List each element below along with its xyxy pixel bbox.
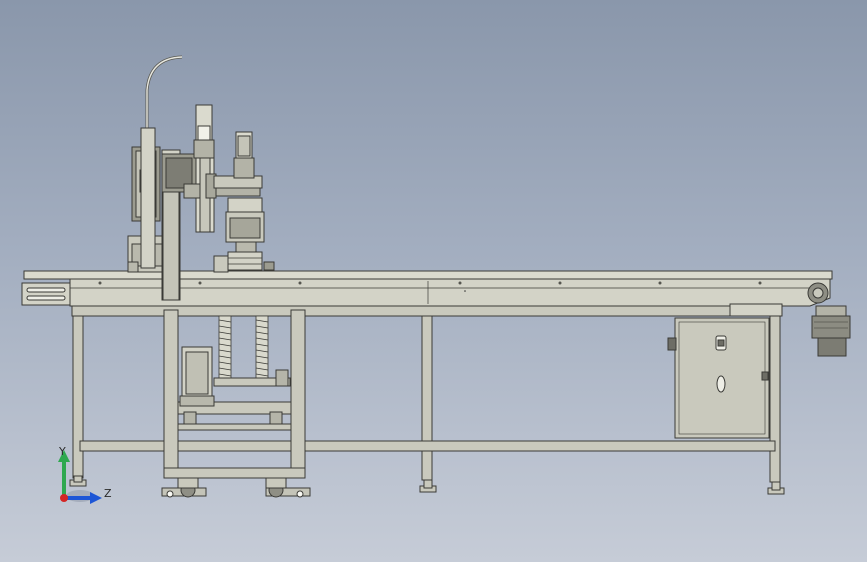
triad-y-label: Y bbox=[58, 445, 66, 458]
triad-y-axis bbox=[62, 458, 66, 496]
lift-stand-right-post bbox=[290, 309, 306, 479]
triad-origin bbox=[60, 494, 68, 502]
cable-hose bbox=[145, 55, 183, 128]
caster-left bbox=[161, 477, 207, 498]
right-leg bbox=[769, 309, 781, 483]
gripper bbox=[227, 251, 263, 271]
bellows-left bbox=[218, 315, 232, 383]
conveyor-side-rail bbox=[69, 278, 831, 307]
middle-leg bbox=[421, 309, 433, 481]
lift-stand bbox=[161, 309, 311, 498]
triad-z-label: Z bbox=[104, 487, 112, 500]
caster-right bbox=[265, 477, 311, 498]
lift-stand-left-post bbox=[163, 309, 179, 479]
lift-stand-lower-bar bbox=[177, 423, 292, 431]
lift-stand-base bbox=[163, 467, 306, 479]
capping-head bbox=[227, 197, 263, 213]
conveyor-left-end bbox=[21, 282, 71, 306]
machine-drawing: Y Z bbox=[21, 55, 851, 504]
drive-motor bbox=[811, 305, 851, 357]
cad-viewport[interactable]: Y Z bbox=[0, 0, 867, 562]
control-cabinet bbox=[667, 317, 770, 439]
bellows-right bbox=[255, 315, 269, 383]
machine-head bbox=[127, 55, 275, 301]
lower-crossbar bbox=[79, 440, 776, 452]
triad-z-axis bbox=[64, 496, 92, 500]
left-leg bbox=[72, 309, 84, 479]
